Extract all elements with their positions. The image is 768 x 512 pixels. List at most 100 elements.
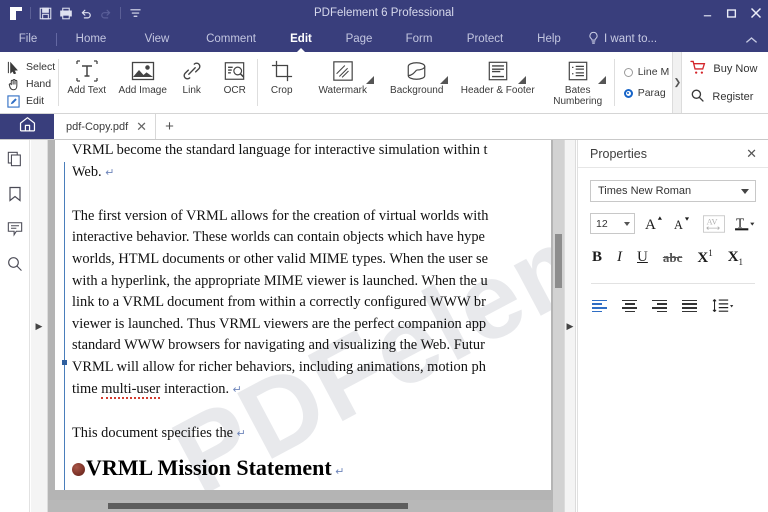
right-panel-expander[interactable]: ▶ [564,140,576,512]
chevron-down-icon[interactable] [597,76,606,84]
align-right-button[interactable] [652,299,667,313]
search-icon[interactable] [6,255,24,273]
decrease-font-size-button[interactable]: A [674,215,693,232]
svg-text:A: A [674,218,683,232]
left-panel-expander[interactable]: ▶ [31,140,48,512]
tab-form[interactable]: Form [389,26,449,52]
crop-button[interactable]: Crop [258,52,306,113]
save-icon[interactable] [37,5,54,22]
background-button[interactable]: Background [380,52,454,113]
header-footer-icon [487,57,509,85]
strikethrough-button[interactable]: abc [663,250,683,266]
horizontal-scrollbar-thumb[interactable] [108,503,408,509]
underline-button[interactable]: U [637,249,648,266]
font-family-select[interactable]: Times New Roman [590,180,756,202]
doc-line: viewer is launched. Thus VRML viewers ar… [72,315,487,332]
watermark-button[interactable]: Watermark [306,52,380,113]
mode-hand[interactable]: Hand [6,77,58,92]
bold-button[interactable]: B [592,249,602,266]
close-button[interactable] [749,7,762,20]
align-justify-button[interactable] [682,299,697,313]
increase-font-size-button[interactable]: A [645,215,664,232]
hand-icon [6,77,21,92]
home-icon [19,116,36,137]
tab-help[interactable]: Help [521,26,577,52]
document-text[interactable]: VRML become the standard language for in… [72,140,551,490]
doc-line: time multi-user interaction. ↵ [72,380,242,399]
horizontal-scrollbar[interactable] [48,500,564,512]
tab-protect[interactable]: Protect [449,26,521,52]
i-want-to-button[interactable]: I want to... [587,31,657,48]
link-button[interactable]: Link [171,52,213,113]
home-tab-button[interactable] [0,114,54,139]
add-text-button[interactable]: Add Text [59,52,115,113]
properties-body: Times New Roman 12 A A AV T B I U abc X1… [578,168,768,314]
text-block-selection-bar[interactable] [64,162,65,490]
bookmark-icon[interactable] [6,185,24,203]
close-tab-icon[interactable]: ✕ [136,120,147,133]
font-size-select[interactable]: 12 [590,213,635,234]
radio-unselected-icon [623,67,633,77]
tab-home[interactable]: Home [57,26,125,52]
quick-access-toolbar [0,5,144,22]
font-size-row: 12 A A AV T [590,213,756,234]
divider [30,7,31,19]
add-image-icon [131,57,155,85]
customize-quick-access-icon[interactable] [127,5,144,22]
collapse-ribbon-button[interactable] [745,32,758,50]
background-label: Background [390,85,444,96]
align-left-button[interactable] [592,299,607,313]
new-tab-button[interactable]: + [156,114,183,139]
comment-icon[interactable] [6,220,24,238]
add-text-icon [75,57,99,85]
italic-button[interactable]: I [617,249,622,266]
document-tab-pdf-copy[interactable]: pdf-Copy.pdf ✕ [54,114,157,139]
divider [591,283,755,284]
app-logo-icon[interactable] [7,5,24,22]
bates-numbering-button[interactable]: Bates Numbering [542,52,614,113]
font-color-button[interactable]: T [735,215,755,233]
shopping-cart-icon [690,60,707,78]
minimize-button[interactable] [701,7,714,20]
chevron-down-icon[interactable] [439,76,448,84]
buy-now-button[interactable]: Buy Now [690,60,768,78]
add-image-button[interactable]: Add Image [115,52,171,113]
document-viewport[interactable]: PDFelement VRML become the standard lang… [48,140,564,512]
tab-view[interactable]: View [125,26,189,52]
superscript-button[interactable]: X1 [697,248,712,267]
print-icon[interactable] [57,5,74,22]
radio-paragraph-mode[interactable]: Parag [623,87,673,99]
subscript-button[interactable]: X1 [728,249,743,267]
chevron-down-icon[interactable] [517,76,526,84]
thumbnails-icon[interactable] [6,150,24,168]
register-button[interactable]: Register [690,88,768,106]
undo-icon[interactable] [77,5,94,22]
radio-line-mode[interactable]: Line M [623,66,673,78]
text-block-selection-handle[interactable] [62,360,67,365]
mode-edit[interactable]: Edit [6,94,58,109]
link-label: Link [182,85,201,96]
link-icon [181,57,203,85]
doc-line: with a hyperlink, the appropriate MIME v… [72,272,488,289]
mode-select[interactable]: Select [6,60,58,75]
line-spacing-button[interactable] [712,298,734,314]
ribbon-toolbar: Select Hand Edit Add Text Add Image Link… [0,52,768,114]
close-properties-icon[interactable]: ✕ [746,146,757,162]
header-footer-button[interactable]: Header & Footer [454,52,542,113]
vertical-scrollbar[interactable] [553,140,564,512]
maximize-button[interactable] [725,7,738,20]
pdf-page[interactable]: PDFelement VRML become the standard lang… [55,140,551,490]
chevron-down-icon[interactable] [365,76,374,84]
ocr-button[interactable]: OCR [213,52,257,113]
add-image-label: Add Image [118,85,167,96]
radio-line-mode-label: Line M [637,66,670,78]
tab-file[interactable]: File [0,26,56,52]
pilcrow-mark: ↵ [335,466,345,479]
align-center-button[interactable] [622,299,637,313]
ribbon-overflow-button[interactable]: ❯ [672,52,683,113]
edit-mode-group: Select Hand Edit [0,52,58,113]
tab-edit[interactable]: Edit [273,26,329,52]
vertical-scrollbar-thumb[interactable] [555,234,562,288]
tab-page[interactable]: Page [329,26,389,52]
tab-comment[interactable]: Comment [189,26,273,52]
